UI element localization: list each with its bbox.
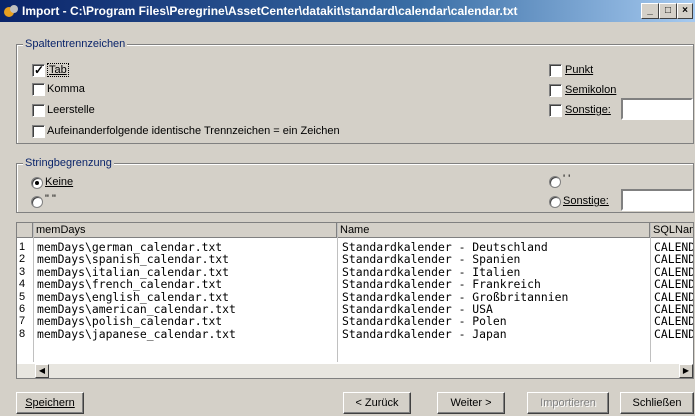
sqlname-cell: CALEND <box>654 314 694 329</box>
row-number: 8 <box>19 327 26 340</box>
memdays-cell: memDays\french_calendar.txt <box>37 277 223 292</box>
preview-grid[interactable]: memDays Name SQLName 1 memDays\german_cal… <box>16 222 694 379</box>
table-row[interactable]: 2 memDays\spanish_calendar.txt Standardkal… <box>17 253 693 265</box>
name-cell: Standardkalender - Deutschland <box>342 240 548 254</box>
row-number: 2 <box>19 253 26 266</box>
name-cell: Standardkalender - Polen <box>342 314 507 329</box>
name-cell: Standardkalender - Spanien <box>342 252 521 267</box>
double-quote-radio[interactable] <box>31 196 43 208</box>
minimize-button[interactable]: _ <box>641 3 659 19</box>
app-icon <box>4 5 18 17</box>
name-cell: Standardkalender - Italien <box>342 264 521 279</box>
name-cell: Standardkalender - Japan <box>342 326 507 341</box>
row-number: 7 <box>19 315 26 328</box>
row-number: 1 <box>19 241 26 253</box>
memdays-cell: memDays\english_calendar.txt <box>37 289 230 304</box>
memdays-cell: memDays\italian_calendar.txt <box>37 264 230 279</box>
semicolon-label[interactable]: Semikolon <box>565 84 616 96</box>
row-number: 4 <box>19 278 26 291</box>
close-window-button[interactable]: × <box>677 3 693 19</box>
other-delimiter-radio[interactable] <box>549 196 561 208</box>
other-separator-checkbox[interactable] <box>549 104 562 117</box>
table-row[interactable]: 4 memDays\french_calendar.txt Standardkale… <box>17 278 693 290</box>
column-header-name[interactable]: Name <box>337 223 650 238</box>
import-button[interactable]: Importieren <box>527 392 609 414</box>
point-label[interactable]: Punkt <box>565 64 593 76</box>
other-delimiter-field[interactable] <box>621 189 693 211</box>
row-number: 6 <box>19 303 26 315</box>
space-label[interactable]: Leerstelle <box>47 104 95 116</box>
none-label[interactable]: Keine <box>45 176 73 188</box>
memdays-cell: memDays\japanese_calendar.txt <box>37 326 236 341</box>
consecutive-label[interactable]: Aufeinanderfolgende identische Trennzeic… <box>47 125 340 137</box>
save-button[interactable]: Speichern <box>16 392 84 414</box>
sqlname-cell: CALEND <box>654 264 694 279</box>
column-header-memdays[interactable]: memDays <box>33 223 337 238</box>
memdays-cell: memDays\spanish_calendar.txt <box>37 252 230 267</box>
back-button[interactable]: < Zurück <box>343 392 411 414</box>
point-checkbox[interactable] <box>549 64 562 77</box>
separator-group-legend: Spaltentrennzeichen <box>23 38 128 50</box>
window-title: Import - C:\Program Files\Peregrine\Asse… <box>22 4 518 18</box>
comma-label[interactable]: Komma <box>47 83 85 95</box>
consecutive-checkbox[interactable] <box>32 125 45 138</box>
sqlname-cell: CALEND <box>654 326 694 341</box>
string-delimiter-legend: Stringbegrenzung <box>23 157 114 169</box>
none-radio[interactable] <box>31 177 43 189</box>
column-header-sqlname[interactable]: SQLName <box>650 223 693 238</box>
save-button-label: Speichern <box>25 397 75 409</box>
name-cell: Standardkalender - Frankreich <box>342 277 541 292</box>
comma-checkbox[interactable] <box>32 83 45 96</box>
table-row[interactable]: 1 memDays\german_calendar.txt Standardkale… <box>17 241 693 253</box>
name-cell: Standardkalender - USA <box>342 302 493 316</box>
row-number: 5 <box>19 290 26 303</box>
table-row[interactable]: 3 memDays\italian_calendar.txt Standardkal… <box>17 266 693 278</box>
table-row[interactable]: 7 memDays\polish_calendar.txt Standardkale… <box>17 315 693 327</box>
single-quote-radio[interactable] <box>549 176 561 188</box>
maximize-button[interactable]: □ <box>659 3 677 19</box>
other-separator-field[interactable] <box>621 98 693 120</box>
other-delimiter-label[interactable]: Sonstige: <box>563 195 609 207</box>
sqlname-cell: CALEND <box>654 277 694 292</box>
memdays-cell: memDays\german_calendar.txt <box>37 240 223 254</box>
semicolon-checkbox[interactable] <box>549 84 562 97</box>
table-row[interactable]: 8 memDays\japanese_calendar.txt Standardka… <box>17 328 693 340</box>
table-row[interactable]: 5 memDays\english_calendar.txt Standardkal… <box>17 291 693 303</box>
name-cell: Standardkalender - Großbritannien <box>342 289 569 304</box>
scroll-left-icon[interactable]: ◀ <box>35 364 49 378</box>
row-number: 3 <box>19 265 26 278</box>
memdays-cell: memDays\american_calendar.txt <box>37 302 236 316</box>
table-row[interactable]: 6 memDays\american_calendar.txt Standardka… <box>17 303 693 315</box>
next-button[interactable]: Weiter > <box>437 392 505 414</box>
tab-checkbox[interactable]: ✓ <box>32 63 45 77</box>
sqlname-cell: CALEND <box>654 289 694 304</box>
sqlname-cell: CALEND <box>654 252 694 267</box>
close-button[interactable]: Schließen <box>620 392 694 414</box>
other-separator-label[interactable]: Sonstige: <box>565 104 611 116</box>
row-header-corner <box>17 223 33 238</box>
double-quote-label[interactable]: " " <box>45 193 56 205</box>
scroll-right-icon[interactable]: ▶ <box>679 364 693 378</box>
radio-dot-icon <box>35 181 39 185</box>
title-bar[interactable]: Import - C:\Program Files\Peregrine\Asse… <box>0 0 695 22</box>
memdays-cell: memDays\polish_calendar.txt <box>37 314 223 329</box>
tab-label[interactable]: Tab <box>47 63 69 77</box>
space-checkbox[interactable] <box>32 104 45 117</box>
single-quote-label[interactable]: ' ' <box>563 173 570 185</box>
check-icon: ✓ <box>34 63 45 77</box>
horizontal-scrollbar[interactable]: ◀ ▶ <box>17 364 693 378</box>
sqlname-cell: CALEND <box>654 240 694 254</box>
sqlname-cell: CALEND <box>654 302 694 316</box>
